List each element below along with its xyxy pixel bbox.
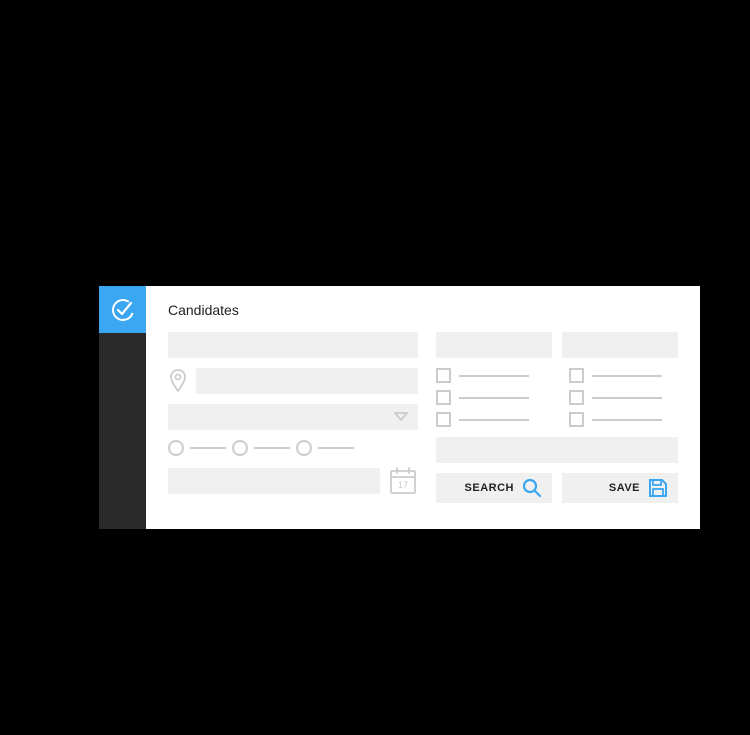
category-select[interactable] [168, 404, 418, 430]
logo-checkmark-icon [109, 296, 137, 324]
checkbox-filters [436, 368, 678, 427]
action-buttons-row: SEARCH SAVE [436, 473, 678, 503]
checkbox-icon [436, 390, 451, 405]
location-field-row [168, 368, 418, 394]
checkbox-col-1 [436, 368, 545, 427]
location-pin-icon [168, 369, 188, 393]
form-right-column: SEARCH SAVE [436, 332, 678, 511]
right-top-fields [436, 332, 678, 358]
name-input[interactable] [168, 332, 418, 358]
checkbox-option-3[interactable] [436, 412, 545, 427]
checkbox-option-4[interactable] [569, 368, 678, 383]
checkbox-label-placeholder [459, 397, 529, 399]
radio-label-placeholder [190, 447, 226, 449]
radio-options-row [168, 440, 418, 456]
name-field-row [168, 332, 418, 358]
calendar-icon: 17 [389, 466, 417, 496]
radio-icon [168, 440, 184, 456]
checkbox-option-5[interactable] [569, 390, 678, 405]
svg-text:17: 17 [398, 480, 408, 490]
form-left-column: 17 [168, 332, 418, 511]
checkbox-option-1[interactable] [436, 368, 545, 383]
checkbox-icon [569, 390, 584, 405]
radio-icon [232, 440, 248, 456]
checkbox-label-placeholder [459, 419, 529, 421]
checkbox-icon [436, 412, 451, 427]
floppy-disk-icon [648, 478, 668, 498]
notes-input[interactable] [436, 437, 678, 463]
logo-tile[interactable] [99, 286, 146, 333]
field-b-input[interactable] [562, 332, 678, 358]
search-button[interactable]: SEARCH [436, 473, 552, 503]
checkbox-label-placeholder [459, 375, 529, 377]
radio-option-1[interactable] [168, 440, 226, 456]
page-title: Candidates [168, 302, 678, 318]
app-window: Candidates [99, 286, 700, 529]
main-content: Candidates [146, 286, 700, 529]
search-form: 17 [168, 332, 678, 511]
dropdown-row [168, 404, 418, 430]
save-button[interactable]: SAVE [562, 473, 678, 503]
search-icon [522, 478, 542, 498]
sidebar [99, 286, 146, 529]
checkbox-icon [436, 368, 451, 383]
field-a-input[interactable] [436, 332, 552, 358]
radio-icon [296, 440, 312, 456]
location-input[interactable] [196, 368, 418, 394]
checkbox-label-placeholder [592, 375, 662, 377]
checkbox-icon [569, 412, 584, 427]
save-button-label: SAVE [572, 482, 640, 494]
checkbox-label-placeholder [592, 419, 662, 421]
checkbox-col-2 [569, 368, 678, 427]
checkbox-icon [569, 368, 584, 383]
checkbox-option-6[interactable] [569, 412, 678, 427]
chevron-down-icon [394, 412, 408, 422]
date-input[interactable] [168, 468, 380, 494]
radio-option-3[interactable] [296, 440, 354, 456]
checkbox-label-placeholder [592, 397, 662, 399]
radio-option-2[interactable] [232, 440, 290, 456]
search-button-label: SEARCH [446, 482, 514, 494]
radio-label-placeholder [318, 447, 354, 449]
checkbox-option-2[interactable] [436, 390, 545, 405]
radio-label-placeholder [254, 447, 290, 449]
date-field-row: 17 [168, 466, 418, 496]
calendar-picker-button[interactable]: 17 [388, 466, 418, 496]
